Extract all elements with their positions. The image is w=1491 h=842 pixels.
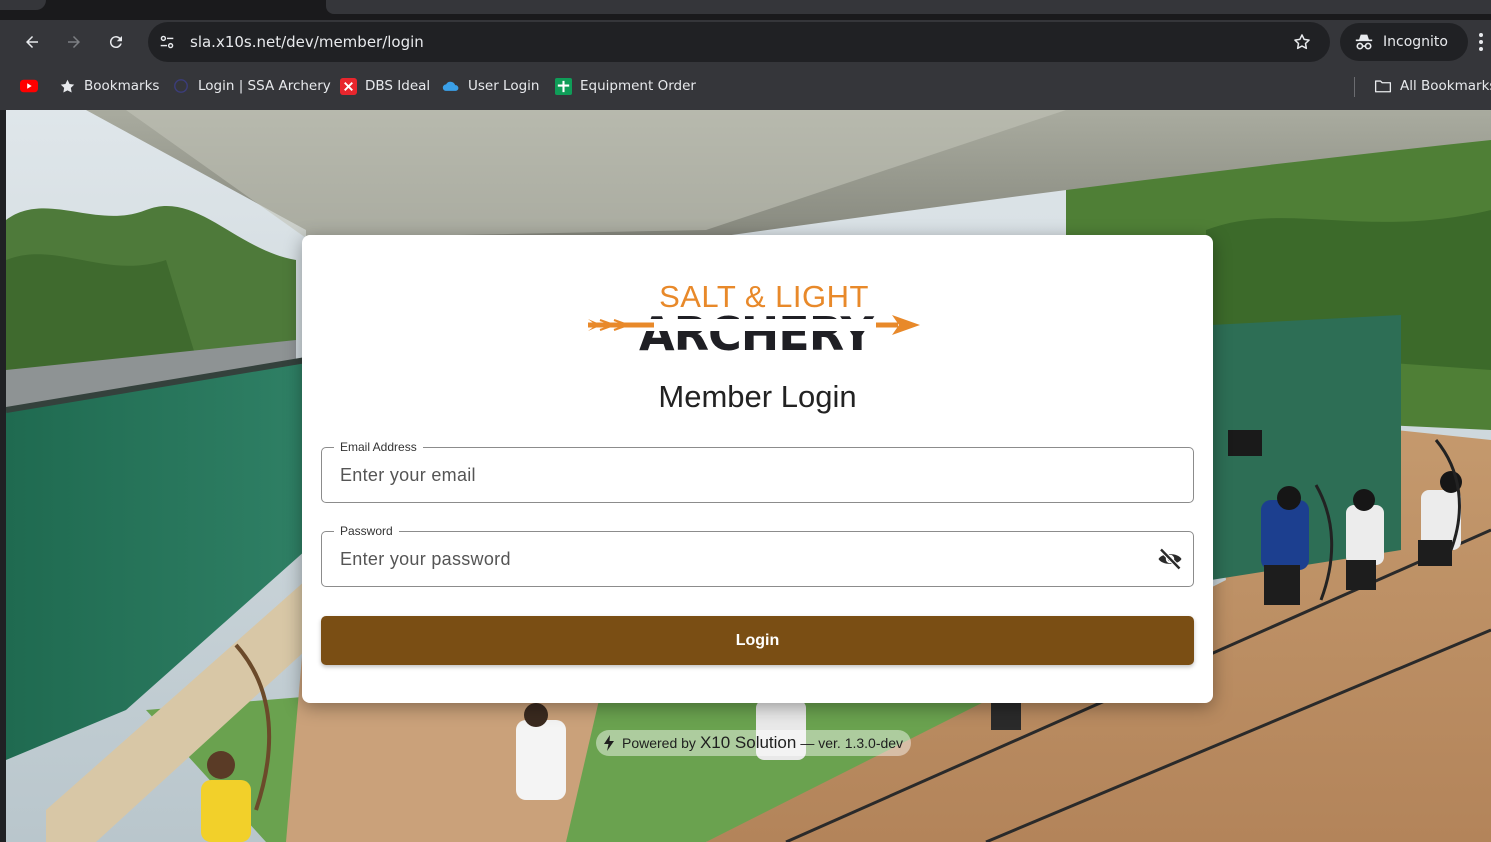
bookmark-label: User Login [468,78,540,94]
bookmark-label: Bookmarks [84,78,160,94]
active-tab[interactable] [326,0,1491,14]
sheets-icon [554,77,572,95]
page-title: Member Login [658,379,857,414]
bookmark-youtube[interactable] [20,76,46,96]
bookmark-label: DBS Ideal [365,78,431,94]
reload-button[interactable] [102,28,130,56]
bookmarks-divider [1354,77,1355,97]
incognito-icon [1355,34,1373,50]
app-version: — ver. 1.3.0-dev [800,735,904,751]
email-field[interactable]: Email Address [321,440,1194,503]
more-menu-icon[interactable] [1472,31,1490,53]
forward-button[interactable] [60,28,88,56]
bookmarks-bar: Bookmarks Login | SSA Archery DBS Ideal … [0,64,1491,110]
all-bookmarks-button[interactable]: All Bookmarks [1374,76,1491,96]
dbs-icon [339,77,357,95]
tab-strip [0,0,1491,20]
bookmark-label: Login | SSA Archery [198,78,331,94]
globe-icon [172,77,190,95]
bookmark-label: Equipment Order [580,78,696,94]
arrow-right-icon [68,36,80,48]
arrow-left-icon [26,36,38,48]
url-text[interactable]: sla.x10s.net/dev/member/login [190,33,424,51]
bookmark-ssa-archery[interactable]: Login | SSA Archery [172,76,331,96]
bookmark-dbs-ideal[interactable]: DBS Ideal [339,76,430,96]
login-card: SALT & LIGHT ARCHERY Member Login Email … [302,235,1213,703]
folder-icon [1374,77,1392,95]
powered-brand[interactable]: X10 Solution [700,733,796,753]
tab-search-button[interactable] [0,0,46,10]
site-info-icon[interactable] [158,33,176,51]
email-input[interactable] [340,448,1140,502]
bookmark-folder-bookmarks[interactable]: Bookmarks [58,76,159,96]
eye-off-icon[interactable] [1157,547,1183,571]
browser-toolbar: sla.x10s.net/dev/member/login Incognito [0,20,1491,64]
bookmark-star-icon[interactable] [1292,32,1312,52]
powered-prefix: Powered by [622,735,696,751]
login-button[interactable]: Login [321,616,1194,665]
address-bar[interactable]: sla.x10s.net/dev/member/login [148,22,1330,62]
cloud-icon [442,77,460,95]
powered-by-badge: Powered by X10 Solution — ver. 1.3.0-dev [596,730,912,756]
incognito-badge[interactable]: Incognito [1340,23,1468,61]
back-button[interactable] [18,28,46,56]
reload-icon [109,36,122,49]
page-viewport: SALT & LIGHT ARCHERY Member Login Email … [6,110,1491,842]
all-bookmarks-label: All Bookmarks [1400,78,1491,94]
password-input[interactable] [340,532,1140,586]
incognito-label: Incognito [1383,34,1448,50]
lightning-bolt-icon [604,735,614,751]
bookmark-user-login[interactable]: User Login [442,76,539,96]
youtube-icon [20,77,38,95]
salt-and-light-archery-logo: SALT & LIGHT ARCHERY [586,279,922,355]
star-icon [58,77,76,95]
password-field[interactable]: Password [321,524,1194,587]
bookmark-equipment-order[interactable]: Equipment Order [554,76,696,96]
